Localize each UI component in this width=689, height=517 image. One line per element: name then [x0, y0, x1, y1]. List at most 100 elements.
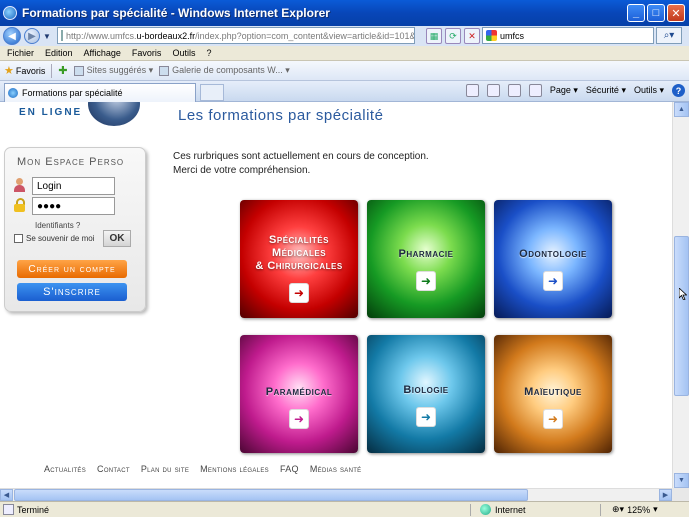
- status-bar: Terminé Internet ⊕▾ 125% ▾: [0, 501, 689, 517]
- url-input[interactable]: http://www.umfcs. u-bordeaux2.fr/index.ph…: [57, 27, 415, 44]
- favorites-button[interactable]: Favoris: [16, 66, 46, 76]
- tab-label: Formations par spécialité: [22, 88, 123, 98]
- tile-specialites-medicales[interactable]: Spécialités Médicales & Chirurgicales ➜: [240, 200, 358, 318]
- history-dropdown-icon[interactable]: ▼: [43, 32, 51, 41]
- compat-view-icon[interactable]: ▦: [426, 28, 442, 44]
- search-provider-icon: [486, 30, 497, 41]
- mouse-cursor-icon: [679, 288, 687, 300]
- ie-tab-icon: [8, 88, 18, 98]
- stop-icon[interactable]: ✕: [464, 28, 480, 44]
- menu-favoris[interactable]: Favoris: [132, 48, 162, 58]
- horizontal-scroll-thumb[interactable]: [14, 489, 528, 501]
- back-button[interactable]: ◀: [3, 27, 21, 45]
- print-icon[interactable]: [528, 84, 542, 97]
- ok-button[interactable]: OK: [103, 230, 131, 247]
- forgot-credentials-link[interactable]: Identifiants ?: [35, 221, 80, 230]
- tile-label: Spécialités Médicales & Chirurgicales: [255, 233, 343, 272]
- separator: [51, 63, 53, 78]
- page-title: Les formations par spécialité: [178, 107, 384, 124]
- tile-maieutique[interactable]: Maïeutique ➜: [494, 335, 612, 453]
- add-favorite-icon[interactable]: ✚: [58, 64, 67, 77]
- scroll-down-icon[interactable]: ▼: [674, 473, 689, 488]
- arrow-right-icon[interactable]: ➜: [289, 408, 309, 429]
- forward-button[interactable]: ▶: [24, 28, 40, 44]
- maximize-button[interactable]: □: [647, 4, 665, 22]
- zoom-control[interactable]: ⊕▾ 125% ▾: [612, 504, 658, 515]
- construction-message: Ces rurbriques sont actuellement en cour…: [173, 150, 429, 178]
- window-titlebar: Formations par spécialité - Windows Inte…: [0, 0, 689, 26]
- scroll-corner: [672, 488, 689, 501]
- address-tools: ▦ ⟳ ✕: [426, 28, 480, 44]
- remember-me-label: Se souvenir de moi: [26, 234, 95, 243]
- security-zone[interactable]: Internet: [480, 504, 526, 515]
- home-icon[interactable]: [465, 84, 479, 97]
- footer-nav: Actualités Contact Plan du site Mentions…: [44, 464, 361, 474]
- tile-paramedical[interactable]: Paramédical ➜: [240, 335, 358, 453]
- site-logo-text[interactable]: EN LIGNE: [19, 107, 82, 118]
- tools-menu[interactable]: Outils ▾: [634, 85, 664, 96]
- login-panel: Mon Espace Perso Identifiants ? Se souve…: [4, 147, 146, 312]
- ie-icon: [3, 6, 17, 20]
- window-controls: _ □ ✕: [627, 4, 685, 22]
- remember-me-checkbox[interactable]: [14, 234, 23, 243]
- user-icon: [13, 178, 26, 192]
- close-button[interactable]: ✕: [667, 4, 685, 22]
- tab-formations[interactable]: Formations par spécialité: [4, 83, 196, 102]
- search-button[interactable]: ⌕▾: [656, 27, 682, 44]
- command-bar: Page ▾ Sécurité ▾ Outils ▾ ?: [465, 84, 685, 97]
- tile-pharmacie[interactable]: Pharmacie ➜: [367, 200, 485, 318]
- tile-label: Odontologie: [519, 247, 587, 260]
- favorites-bar: ★ Favoris ✚ Sites suggérés ▾ Galerie de …: [0, 61, 689, 81]
- favorite-suggested-sites[interactable]: Sites suggérés ▾: [73, 65, 154, 76]
- vertical-scroll-thumb[interactable]: [674, 236, 689, 396]
- address-bar: ◀ ▶ ▼ http://www.umfcs. u-bordeaux2.fr/in…: [0, 26, 689, 46]
- menu-affichage[interactable]: Affichage: [84, 48, 121, 58]
- favorite-label: Galerie de composants W... ▾: [172, 65, 290, 75]
- minimize-button[interactable]: _: [627, 4, 645, 22]
- tile-odontologie[interactable]: Odontologie ➜: [494, 200, 612, 318]
- remember-me[interactable]: Se souvenir de moi: [14, 234, 94, 243]
- help-icon[interactable]: ?: [672, 84, 685, 97]
- separator: [470, 503, 471, 516]
- arrow-right-icon[interactable]: ➜: [416, 270, 436, 291]
- menu-fichier[interactable]: Fichier: [7, 48, 34, 58]
- refresh-icon[interactable]: ⟳: [445, 28, 461, 44]
- zone-label: Internet: [495, 504, 526, 515]
- arrow-right-icon[interactable]: ➜: [289, 282, 309, 303]
- mail-icon[interactable]: [507, 84, 521, 97]
- feeds-icon[interactable]: [486, 84, 500, 97]
- tile-label: Paramédical: [265, 385, 333, 398]
- favorite-web-slice-gallery[interactable]: Galerie de composants W... ▾: [159, 65, 290, 76]
- horizontal-scrollbar[interactable]: ◀ ▶: [0, 488, 672, 501]
- subscribe-button[interactable]: S'inscrire: [17, 283, 127, 301]
- menu-outils[interactable]: Outils: [172, 48, 195, 58]
- footer-link-medias[interactable]: Médias santé: [310, 464, 362, 474]
- page-icon: [73, 65, 84, 76]
- message-line: Merci de votre compréhension.: [173, 165, 311, 176]
- favorite-label: Sites suggérés ▾: [86, 65, 154, 75]
- new-tab-button[interactable]: [200, 84, 224, 101]
- footer-link-faq[interactable]: FAQ: [280, 464, 299, 474]
- scroll-left-icon[interactable]: ◀: [0, 489, 13, 501]
- scroll-right-icon[interactable]: ▶: [659, 489, 672, 501]
- page-menu[interactable]: Page ▾: [550, 85, 578, 96]
- footer-link-plan[interactable]: Plan du site: [141, 464, 189, 474]
- arrow-right-icon[interactable]: ➜: [543, 270, 563, 291]
- menu-help[interactable]: ?: [206, 48, 211, 58]
- scroll-up-icon[interactable]: ▲: [674, 102, 689, 117]
- menu-edition[interactable]: Edition: [45, 48, 73, 58]
- search-input[interactable]: umfcs: [482, 27, 654, 44]
- footer-link-contact[interactable]: Contact: [97, 464, 130, 474]
- security-menu[interactable]: Sécurité ▾: [586, 85, 626, 96]
- tile-biologie[interactable]: Biologie ➜: [367, 335, 485, 453]
- login-field[interactable]: [32, 177, 115, 195]
- arrow-right-icon[interactable]: ➜: [416, 406, 436, 427]
- menu-bar: Fichier Edition Affichage Favoris Outils…: [0, 46, 689, 61]
- page-status-icon: [3, 504, 14, 515]
- arrow-right-icon[interactable]: ➜: [543, 408, 563, 429]
- footer-link-actualites[interactable]: Actualités: [44, 464, 86, 474]
- footer-link-mentions[interactable]: Mentions légales: [200, 464, 269, 474]
- password-field[interactable]: [32, 197, 115, 215]
- create-account-button[interactable]: Créer un compte: [17, 260, 127, 278]
- zoom-icon: ⊕▾: [612, 504, 625, 514]
